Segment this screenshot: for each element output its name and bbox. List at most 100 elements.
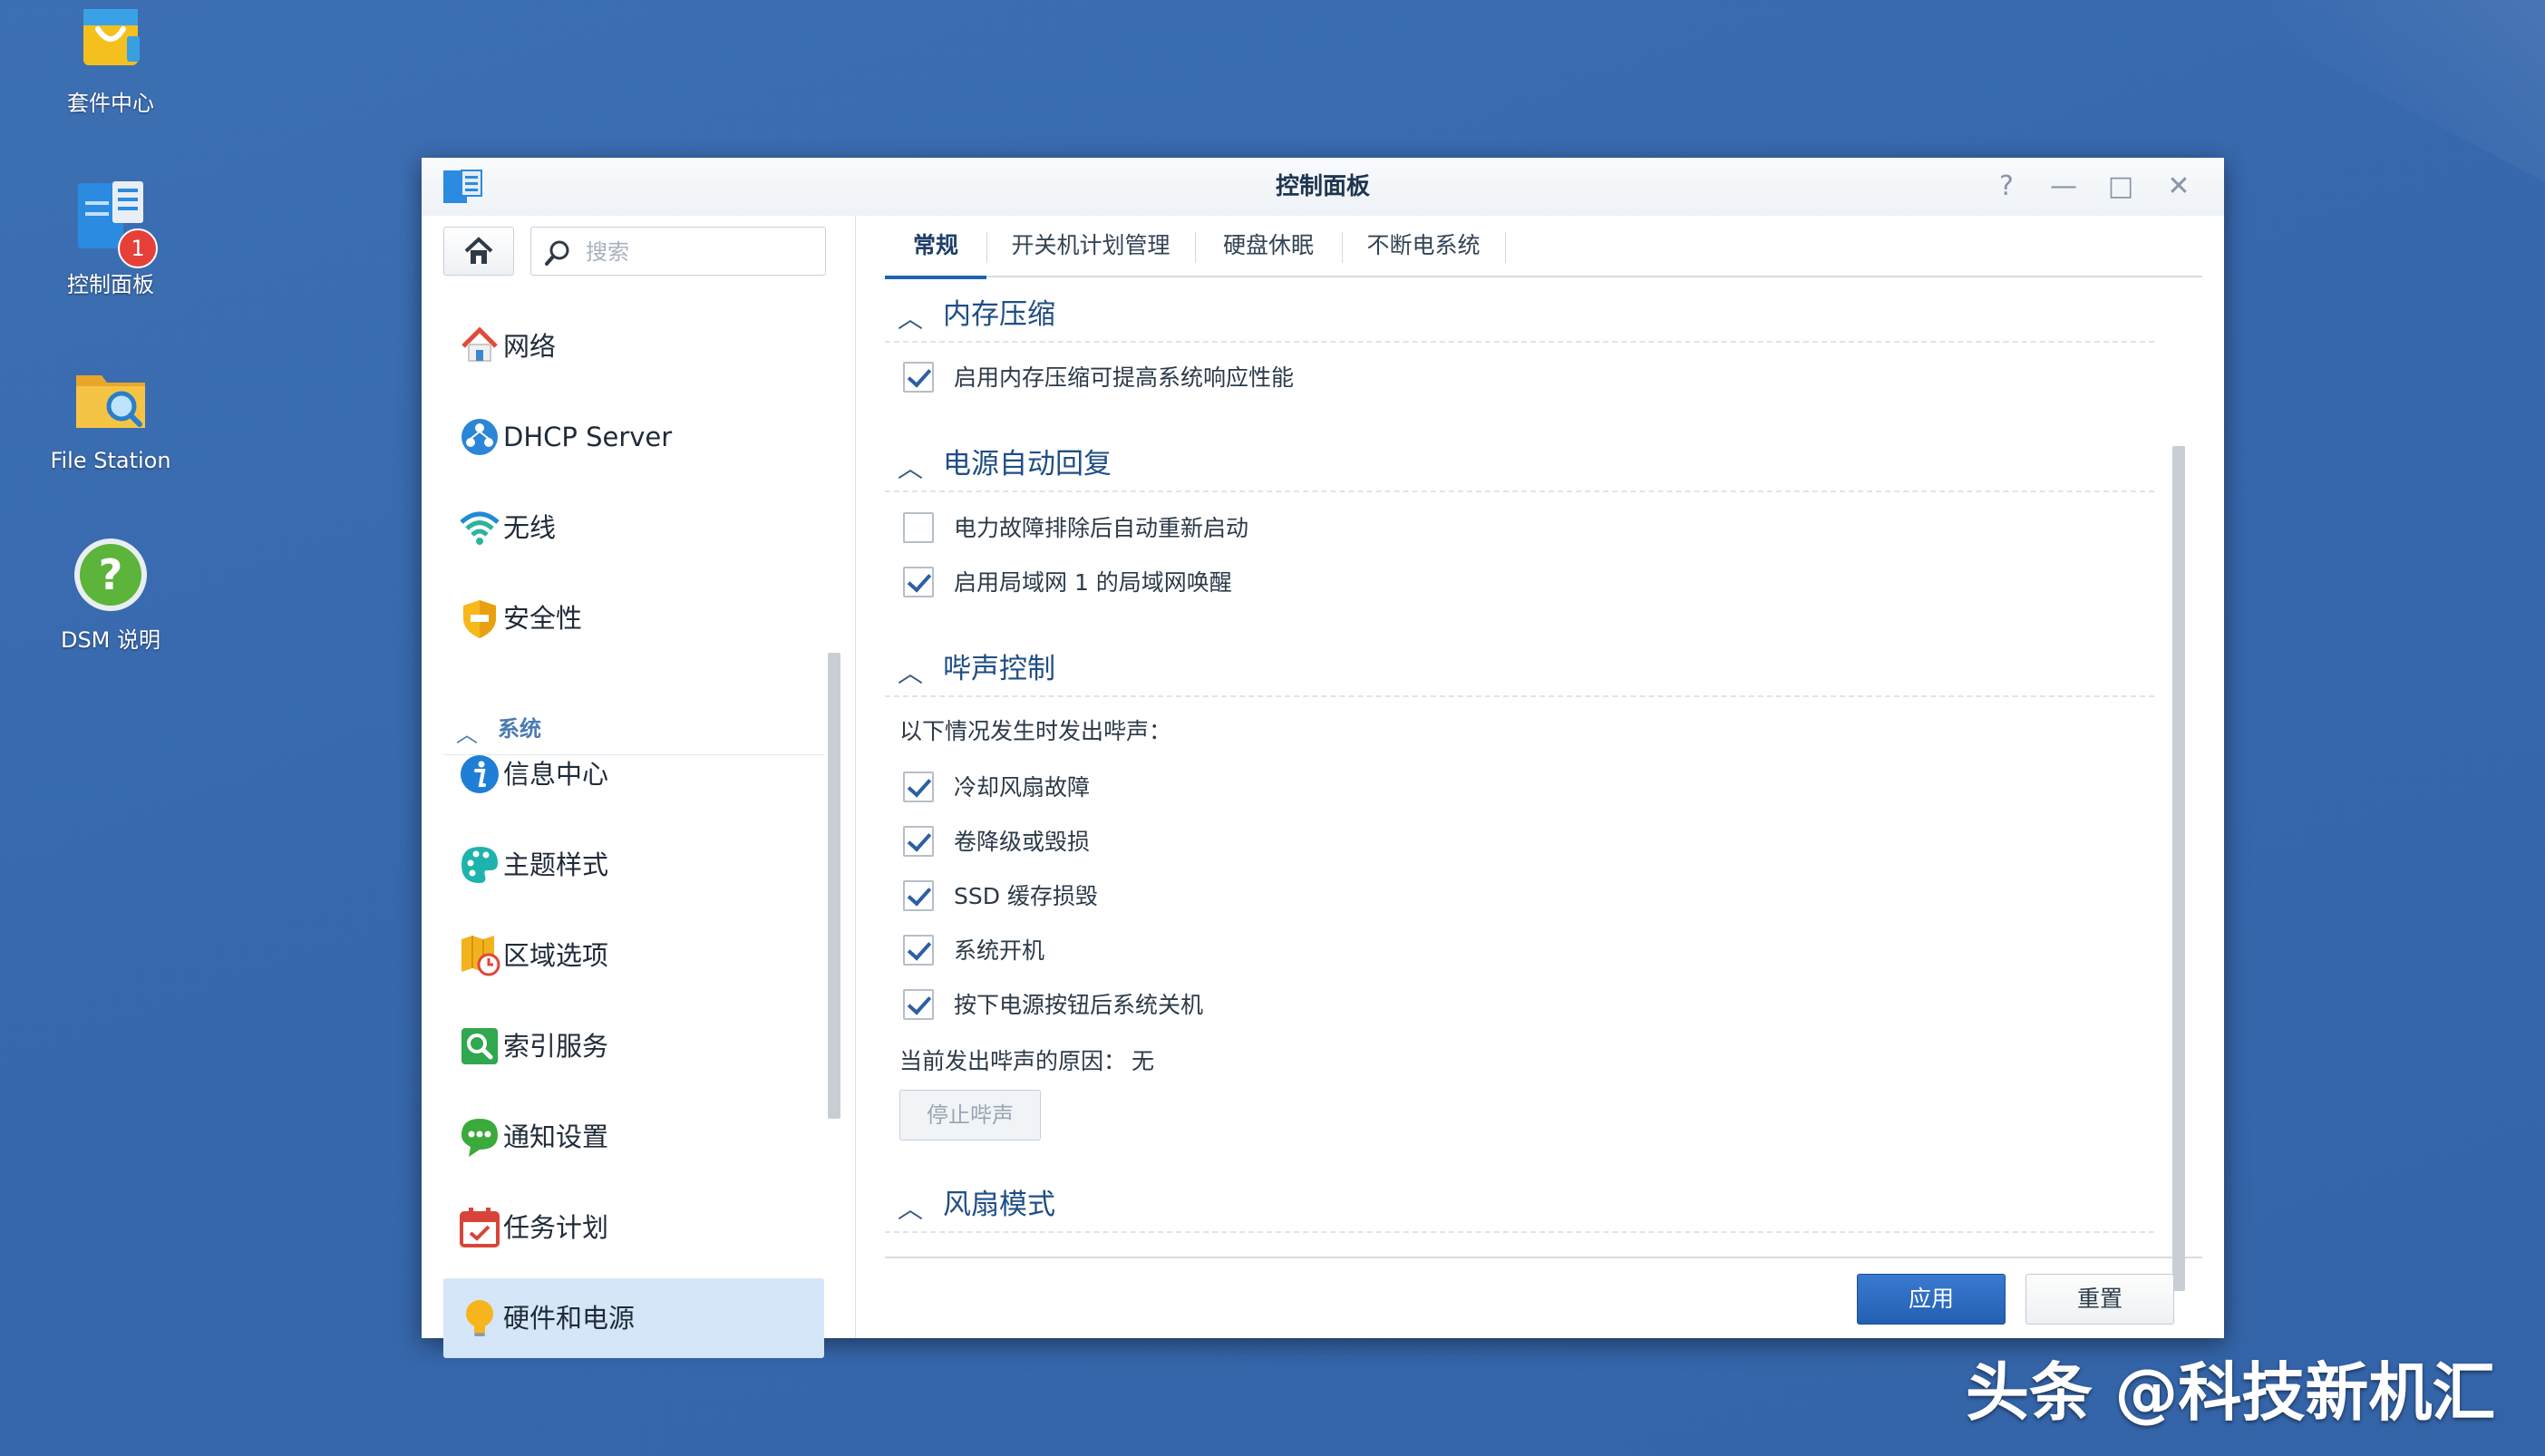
group-title: 电源自动回复 [943,448,1112,480]
sidebar-item-info-center[interactable]: 信息中心 [443,734,824,814]
shield-icon [463,600,496,638]
group-fan-mode[interactable]: ︿ 风扇模式 [885,1179,2154,1233]
stop-beep-button[interactable]: 停止哔声 [899,1090,1041,1141]
footer-divider [885,1257,2202,1258]
checkbox-checked[interactable] [903,935,934,966]
sidebar-item-security[interactable]: 安全性 [443,578,824,658]
sidebar-item-indexing[interactable]: 索引服务 [443,1006,824,1086]
checkbox-checked[interactable] [903,567,934,597]
tab-general[interactable]: 常规 [885,216,986,279]
desktop-icon-control-panel[interactable]: 1 控制面板 [20,174,201,298]
info-icon [461,755,499,793]
sidebar-item-label: 通知设置 [503,1121,609,1152]
package-center-icon [67,0,154,80]
bulb-icon [466,1300,493,1336]
palette-icon [461,847,498,883]
search-icon [545,240,569,266]
content-scrollbar[interactable] [2172,446,2185,1291]
checkbox-checked[interactable] [903,772,934,802]
desktop-icon-label: File Station [50,448,171,473]
beep-intro-text: 以下情况发生时发出哔声： [899,718,1172,744]
checkbox-checked[interactable] [903,826,934,857]
main-panel: 常规 开关机计划管理 硬盘休眠 不断电系统 ︿ 内存压缩 启用内存压缩可提高系统… [856,216,2224,1338]
chevron-up-icon: ︿ [898,1194,924,1224]
sidebar-item-dhcp-server[interactable]: DHCP Server [443,397,824,477]
tab-ups[interactable]: 不断电系统 [1342,216,1505,276]
control-panel-window: 控制面板 ? — □ ✕ 网络 [422,158,2224,1358]
sidebar-item-label: 任务计划 [503,1212,609,1243]
option-label: 卷降级或毁损 [954,829,1091,855]
group-power-recovery[interactable]: ︿ 电源自动回复 [885,438,2154,492]
sidebar-item-hardware-power[interactable]: 硬件和电源 [443,1278,824,1358]
option-label: 冷却风扇故障 [954,774,1091,801]
checkbox-checked[interactable] [903,362,934,393]
desktop-icon-label: DSM 说明 [60,627,161,653]
window-titlebar[interactable]: 控制面板 ? — □ ✕ [422,158,2224,216]
search-input[interactable] [584,235,814,269]
option-label: 按下电源按钮后系统关机 [954,992,1204,1018]
sidebar-item-label: 信息中心 [503,759,609,790]
checkbox-checked[interactable] [903,989,934,1020]
checkbox-unchecked[interactable] [903,512,934,543]
svg-text:?: ? [99,550,123,599]
group-title: 内存压缩 [943,298,1055,331]
sidebar-item-notification[interactable]: 通知设置 [443,1097,824,1177]
desktop-icon-label: 控制面板 [67,272,154,297]
group-title: 哔声控制 [943,653,1055,685]
folder-search-icon [67,355,154,442]
group-memory-compression[interactable]: ︿ 内存压缩 [885,288,2154,343]
tab-hdd-hibernation[interactable]: 硬盘休眠 [1195,216,1342,276]
help-button[interactable]: ? [1990,170,2023,203]
desktop-decoration [2252,0,2545,206]
window-title: 控制面板 [1275,173,1370,200]
option-label: 启用内存压缩可提高系统响应性能 [954,364,1295,391]
option-label: 电力故障排除后自动重新启动 [954,515,1249,541]
network-icon [461,326,498,362]
reset-button[interactable]: 重置 [2025,1274,2174,1325]
wifi-icon [460,511,500,545]
sidebar-item-wireless[interactable]: 无线 [443,488,824,568]
notification-icon [461,1119,498,1157]
tab-bar: 常规 开关机计划管理 硬盘休眠 不断电系统 [885,216,2202,279]
group-beep-control[interactable]: ︿ 哔声控制 [885,643,2154,697]
sidebar-item-label: 无线 [503,512,557,543]
calendar-icon [460,1208,500,1247]
close-button[interactable]: ✕ [2162,170,2195,203]
sidebar-item-label: 区域选项 [503,940,609,971]
sidebar-item-task-scheduler[interactable]: 任务计划 [443,1188,824,1267]
search-box[interactable] [530,227,826,276]
sidebar-item-label: DHCP Server [503,422,673,452]
notification-badge: 1 [118,228,158,268]
sidebar-item-network[interactable]: 网络 [443,306,824,386]
dhcp-icon [461,419,498,455]
desktop-icon-dsm-help[interactable]: ? DSM 说明 [20,529,201,654]
sidebar-item-label: 安全性 [503,603,583,634]
desktop-icon-label: 套件中心 [67,91,154,116]
checkbox-checked[interactable] [903,880,934,911]
chevron-up-icon: ︿ [898,453,924,483]
tab-power-schedule[interactable]: 开关机计划管理 [986,216,1195,276]
beep-reason-value: 无 [1132,1048,1155,1074]
watermark-text: 头条 @科技新机汇 [1966,1355,2496,1430]
minimize-button[interactable]: — [2047,170,2080,203]
sidebar-item-theme[interactable]: 主题样式 [443,825,824,905]
maximize-button[interactable]: □ [2104,170,2137,203]
settings-content: ︿ 内存压缩 启用内存压缩可提高系统响应性能 ︿ 电源自动回复 电力故障排除后自… [885,288,2154,1278]
desktop-icon-file-station[interactable]: File Station [20,355,201,473]
apply-button[interactable]: 应用 [1857,1274,2006,1325]
desktop-icon-package-center[interactable]: 套件中心 [20,0,201,117]
regional-icon [461,936,500,976]
control-panel-icon: 1 [67,174,158,268]
sidebar-scrollbar[interactable] [828,653,840,1119]
group-title: 风扇模式 [943,1189,1055,1221]
sidebar-item-label: 硬件和电源 [503,1303,636,1334]
sidebar-item-label: 网络 [503,331,557,362]
tab-separator [1505,232,1506,263]
home-button[interactable] [443,227,514,276]
chevron-up-icon: ︿ [898,304,924,334]
sidebar-item-regional[interactable]: 区域选项 [443,916,824,995]
beep-reason-label: 当前发出哔声的原因： [899,1048,1127,1074]
help-icon: ? [67,529,154,616]
chevron-up-icon: ︿ [898,658,924,688]
option-label: 系统开机 [954,937,1045,964]
